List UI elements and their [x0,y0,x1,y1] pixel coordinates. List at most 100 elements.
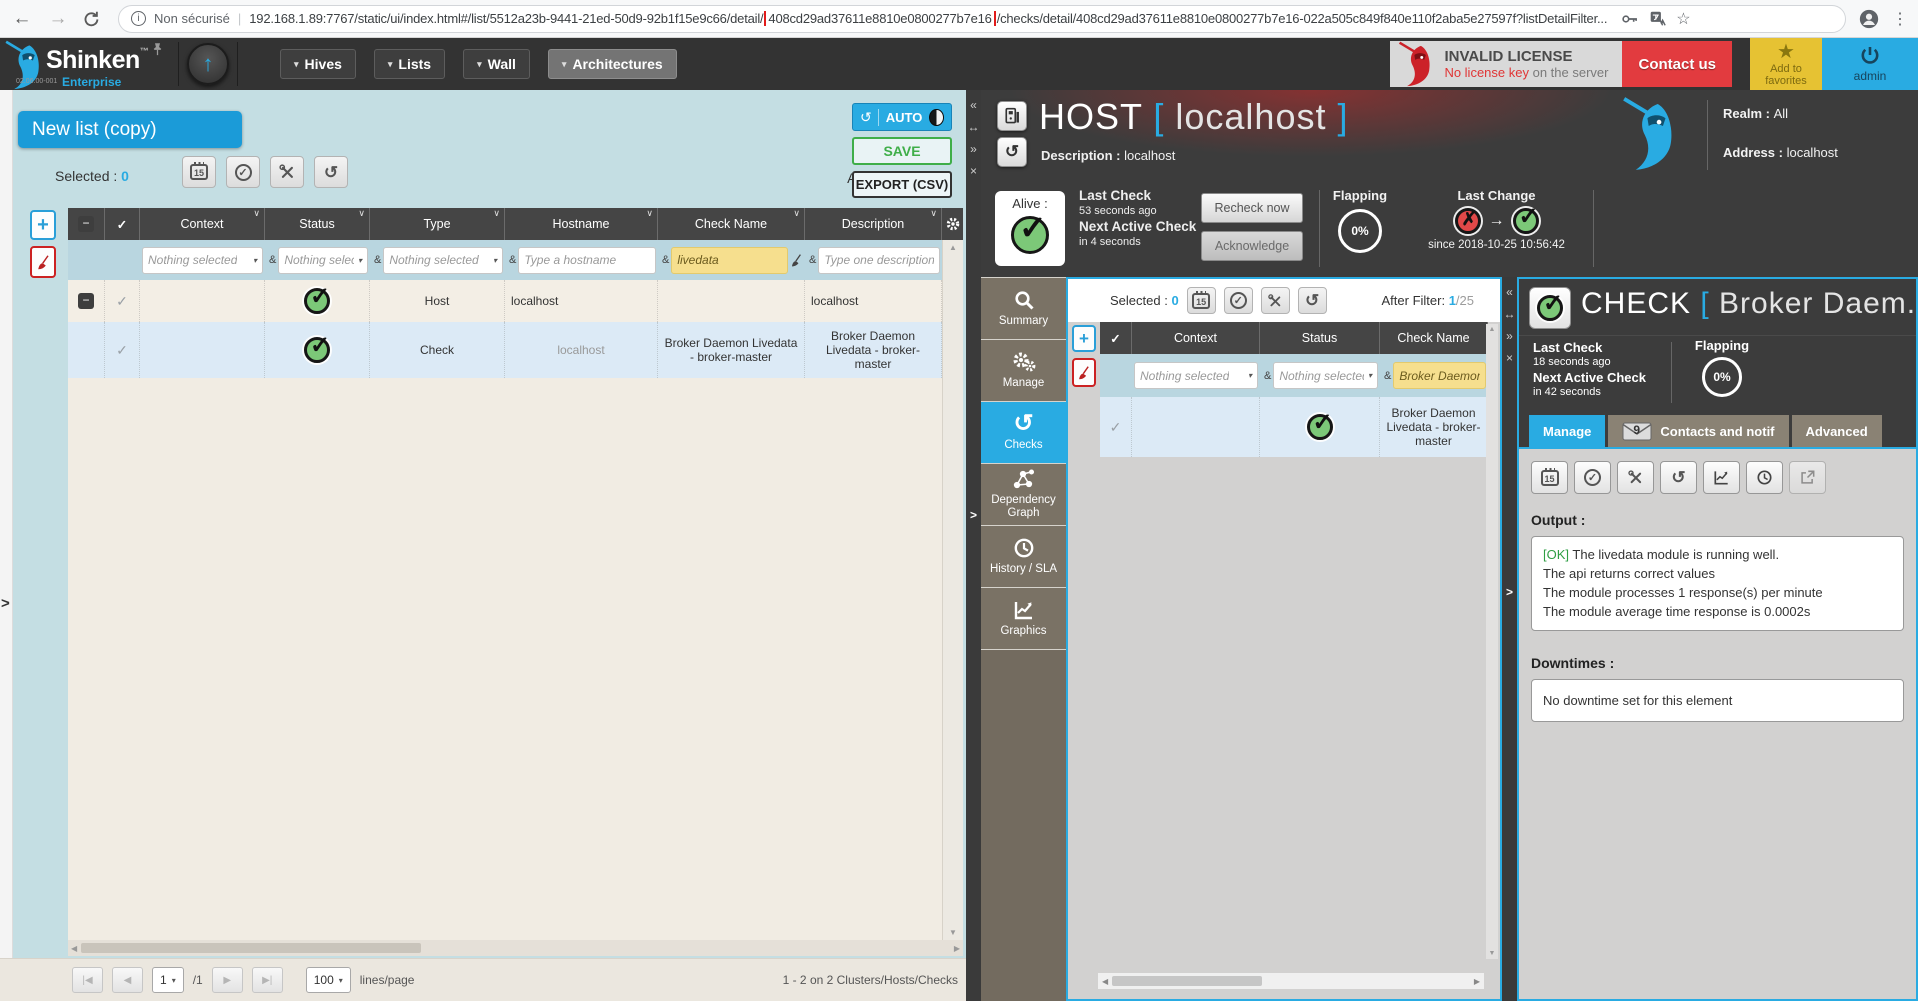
check-name-filter-input[interactable]: Broker Daemon [1393,362,1486,389]
nav-hives[interactable]: ▾Hives [280,49,356,79]
sidebar-item-manage[interactable]: Manage [981,339,1066,401]
col-hostname[interactable]: Hostname∨ [505,208,658,240]
pin-icon[interactable] [150,42,165,57]
host-refresh-button[interactable]: ↺ [997,137,1027,167]
expand-panel-icon[interactable]: > [1502,585,1517,599]
close-panel-icon[interactable]: × [1502,351,1517,365]
scrollbar-thumb[interactable] [1112,976,1262,986]
table-row-host[interactable]: − ✓ Host localhost localhost [68,280,963,322]
add-row-button[interactable]: + [30,210,56,240]
graph-button[interactable] [1703,461,1740,494]
check-col-header[interactable]: ✓ [1100,322,1132,354]
expand-left-panel-icon[interactable]: > [1,595,10,612]
tools-button[interactable] [270,156,304,188]
hostname-filter-input[interactable]: Type a hostname [518,247,656,274]
table-horizontal-scrollbar[interactable]: ◀ ▶ [1098,973,1484,989]
acknowledge-button[interactable]: ✓ [1224,287,1253,314]
scroll-top-button[interactable]: ↑ [187,43,229,85]
collapse-right-icon[interactable]: » [966,142,981,156]
profile-avatar-icon[interactable] [1858,8,1880,30]
sidebar-item-dependency-graph[interactable]: Dependency Graph [981,463,1066,525]
page-select[interactable]: 1▾ [152,967,184,993]
downtime-button[interactable]: 15 [1187,287,1216,314]
browser-reload-icon[interactable] [82,10,106,27]
col-description[interactable]: Description∨ [805,208,942,240]
recheck-button[interactable]: ↺ [1660,461,1697,494]
translate-icon[interactable] [1649,10,1666,27]
col-status[interactable]: Status∨ [265,208,370,240]
tab-contacts-notif[interactable]: 9 Contacts and notif [1608,415,1788,447]
acknowledge-button[interactable]: ✓ [226,156,260,188]
status-filter-select[interactable]: Nothing selected▾ [278,247,368,274]
add-to-favorites-button[interactable]: ★ Add to favorites [1750,38,1822,90]
acknowledge-button[interactable]: ✓ [1574,461,1611,494]
collapse-left-icon[interactable]: « [1502,285,1517,299]
first-page-button[interactable]: |◀ [72,967,103,993]
info-icon[interactable]: i [131,11,146,26]
list-title-button[interactable]: New list (copy) [18,111,242,148]
row-check-icon[interactable]: ✓ [116,342,128,359]
status-filter-select[interactable]: Nothing selected▾ [1273,362,1378,389]
contact-us-button[interactable]: Contact us [1622,41,1732,87]
downtime-button[interactable]: 15 [1531,461,1568,494]
sidebar-item-graphics[interactable]: Graphics [981,587,1066,649]
nav-wall[interactable]: ▾Wall [463,49,530,79]
scroll-up-icon[interactable]: ▲ [949,243,957,252]
clear-filter-broom-icon[interactable] [790,253,803,268]
col-type[interactable]: Type∨ [370,208,505,240]
table-row-check[interactable]: ✓ Check localhost Broker Daemon Livedata… [68,322,963,378]
tab-advanced[interactable]: Advanced [1792,415,1882,447]
brand-logo[interactable]: Shinken™ 02.06.00-001 Enterprise [0,38,170,90]
check-col-header[interactable]: ✓ [105,208,140,240]
scroll-right-icon[interactable]: ▶ [1474,977,1480,986]
downtime-button[interactable]: 15 [182,156,216,188]
clear-filters-button[interactable] [1072,358,1096,387]
scroll-down-icon[interactable]: ▼ [949,928,957,937]
col-check-name[interactable]: Check Name [1380,322,1488,354]
history-button[interactable] [1746,461,1783,494]
collapse-left-icon[interactable]: « [966,98,981,112]
row-check-icon[interactable]: ✓ [1110,419,1122,436]
save-button[interactable]: SAVE [852,137,952,165]
close-panel-icon[interactable]: × [966,164,981,178]
key-icon[interactable] [1621,11,1639,27]
col-status[interactable]: Status [1260,322,1380,354]
column-settings-button[interactable] [942,208,963,240]
type-filter-select[interactable]: Nothing selected▾ [383,247,503,274]
scroll-up-icon[interactable]: ▲ [1489,326,1496,333]
context-filter-select[interactable]: Nothing selected▾ [1134,362,1258,389]
browser-forward-icon[interactable]: → [46,8,70,30]
col-context[interactable]: Context∨ [140,208,265,240]
scroll-left-icon[interactable]: ◀ [1102,977,1108,986]
sidebar-item-history-sla[interactable]: History / SLA [981,525,1066,587]
browser-menu-icon[interactable]: ⋮ [1892,9,1908,29]
last-page-button[interactable]: ▶| [252,967,283,993]
url-bar[interactable]: i Non sécurisé | 192.168.1.89:7767/stati… [118,5,1846,33]
col-check-name[interactable]: Check Name∨ [658,208,805,240]
tools-button[interactable] [1617,461,1654,494]
resize-horizontal-icon[interactable]: ↔ [966,120,981,134]
clear-filters-button[interactable] [30,246,56,278]
table-horizontal-scrollbar[interactable]: ◀ ▶ [68,940,963,956]
context-filter-select[interactable]: Nothing selected▾ [142,247,263,274]
scroll-down-icon[interactable]: ▼ [1489,950,1496,957]
acknowledge-button[interactable]: Acknowledge [1201,231,1303,261]
next-page-button[interactable]: ▶ [212,967,243,993]
expand-panel-icon[interactable]: > [966,508,981,522]
check-name-filter-input[interactable]: livedata [671,247,788,274]
user-menu[interactable]: admin [1822,38,1918,90]
sidebar-item-summary[interactable]: Summary [981,277,1066,339]
recheck-button[interactable]: ↺ [314,156,348,188]
table-vertical-scrollbar[interactable]: ▲ ▼ [1486,324,1498,959]
scroll-left-icon[interactable]: ◀ [71,944,77,953]
nav-lists[interactable]: ▾Lists [374,49,445,79]
add-row-button[interactable]: + [1072,325,1096,352]
sidebar-item-checks[interactable]: ↺ Checks [981,401,1066,463]
tools-button[interactable] [1261,287,1290,314]
external-link-button[interactable] [1789,461,1826,494]
nav-architectures[interactable]: ▾Architectures [548,49,677,79]
resize-horizontal-icon[interactable]: ↔ [1502,307,1517,321]
recheck-now-button[interactable]: Recheck now [1201,193,1303,223]
select-all-header[interactable]: − [68,208,105,240]
recheck-button[interactable]: ↺ [1298,287,1327,314]
